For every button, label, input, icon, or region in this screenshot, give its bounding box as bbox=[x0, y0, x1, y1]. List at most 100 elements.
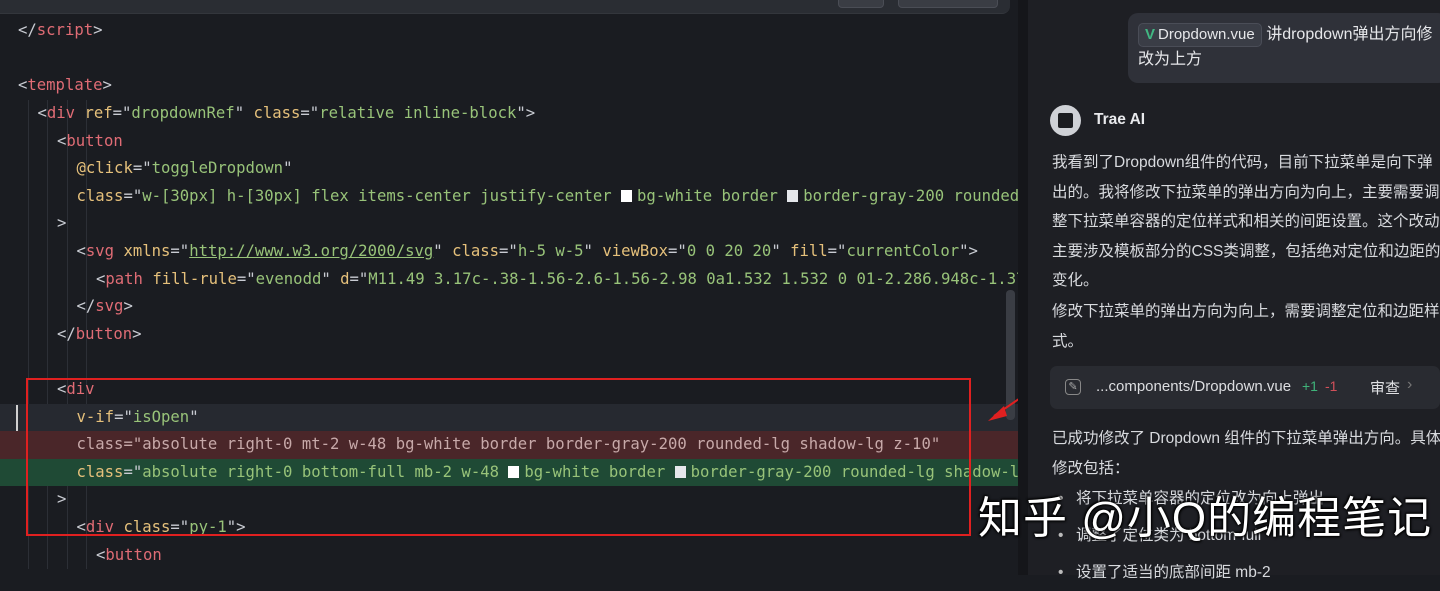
code-token: =" bbox=[123, 186, 143, 205]
list-item: 设置了适当的底部间距 mb-2 bbox=[1056, 554, 1324, 591]
code-token: h-5 w-5 bbox=[517, 242, 584, 260]
code-token: > bbox=[102, 76, 112, 95]
code-token: d bbox=[340, 269, 350, 288]
code-token: template bbox=[27, 76, 103, 95]
color-swatch bbox=[787, 189, 799, 202]
code-token: 0 0 20 20 bbox=[686, 242, 772, 260]
code-token: =" bbox=[827, 242, 847, 260]
code-token: =" bbox=[300, 104, 320, 122]
code-token: </ bbox=[57, 324, 76, 343]
assistant-paragraph: 修改下拉菜单的弹出方向为向上，需要调整定位和边距样式。 bbox=[1052, 303, 1440, 350]
code-token: =" bbox=[349, 269, 369, 288]
code-token: fill bbox=[790, 242, 828, 260]
code-token: svg bbox=[85, 242, 115, 260]
code-line[interactable]: </script> bbox=[0, 17, 1018, 45]
code-token: class bbox=[76, 186, 124, 205]
code-token: class bbox=[452, 242, 500, 260]
code-token: div bbox=[46, 104, 76, 122]
code-line[interactable]: <button bbox=[0, 542, 1018, 570]
watermark: 知乎 @小Q的编程笔记 bbox=[978, 494, 1433, 543]
code-token: > bbox=[93, 21, 103, 40]
code-token: < bbox=[57, 131, 67, 150]
code-line[interactable]: </svg> bbox=[0, 293, 1018, 321]
code-line[interactable] bbox=[0, 45, 1018, 73]
code-token: "> bbox=[959, 242, 978, 260]
code-token: class bbox=[253, 104, 301, 122]
code-token: @click bbox=[76, 159, 133, 178]
annotation-highlight-box bbox=[26, 378, 971, 536]
code-token: < bbox=[37, 104, 47, 122]
code-token: button bbox=[75, 324, 133, 343]
code-token: " bbox=[583, 242, 603, 260]
code-token: =" bbox=[112, 104, 132, 122]
code-token: =" bbox=[170, 242, 190, 260]
code-token: " bbox=[771, 242, 791, 260]
code-token: " bbox=[234, 104, 254, 122]
code-token: M11.49 3.17c-.38-1.56-2.6-1.56-2.98 0a1.… bbox=[368, 269, 1018, 288]
code-token: " bbox=[321, 269, 341, 288]
vue-icon: V bbox=[1145, 26, 1156, 43]
code-line[interactable]: @click="toggleDropdown" bbox=[0, 155, 1018, 183]
code-token: ref bbox=[84, 104, 113, 122]
code-token: dropdownRef bbox=[131, 104, 235, 122]
code-token: =" bbox=[236, 269, 256, 288]
code-token: evenodd bbox=[255, 269, 322, 288]
code-token: bg-white border bbox=[637, 186, 788, 205]
code-token: button bbox=[105, 545, 162, 564]
assistant-paragraph: 已成功修改了 Dropdown 组件的下拉菜单弹出方向。具体修改包括： bbox=[1052, 430, 1440, 477]
review-button[interactable]: 审查 bbox=[1370, 377, 1400, 398]
code-token: w-[30px] h-[30px] flex items-center just… bbox=[142, 186, 622, 205]
assistant-avatar bbox=[1050, 105, 1081, 136]
code-token: > bbox=[123, 297, 133, 316]
code-token: viewBox bbox=[602, 242, 669, 260]
code-token: svg bbox=[95, 297, 124, 316]
code-token: < bbox=[18, 76, 28, 95]
code-token: =" bbox=[668, 242, 687, 260]
code-token: > bbox=[132, 324, 142, 343]
chevron-right-icon: › bbox=[1407, 376, 1413, 393]
changed-file-path: ...components/Dropdown.vue bbox=[1096, 378, 1292, 395]
code-token: " bbox=[283, 159, 293, 178]
code-line[interactable]: class="w-[30px] h-[30px] flex items-cent… bbox=[0, 183, 1019, 211]
code-token: relative inline-block bbox=[319, 104, 517, 122]
code-line[interactable]: <path fill-rule="evenodd" d="M11.49 3.17… bbox=[0, 266, 1018, 294]
code-token: border-gray-200 rounded-full bbox=[803, 186, 1018, 205]
code-token: button bbox=[66, 131, 123, 150]
code-token: < bbox=[96, 269, 106, 288]
code-token: script bbox=[36, 21, 94, 40]
code-line[interactable]: > bbox=[0, 210, 1018, 238]
code-token: </ bbox=[76, 297, 96, 316]
code-token: "> bbox=[516, 104, 536, 122]
code-token: toggleDropdown bbox=[151, 159, 284, 178]
assistant-paragraph: 我看到了Dropdown组件的代码，目前下拉菜单是向下弹出的。我将修改下拉菜单的… bbox=[1052, 154, 1440, 289]
code-token: < bbox=[96, 545, 106, 564]
code-token: path bbox=[105, 269, 143, 288]
terminal-icon bbox=[1058, 113, 1073, 128]
code-token: =" bbox=[499, 242, 518, 260]
toolbar-button[interactable] bbox=[898, 0, 998, 8]
file-reference-chip[interactable]: V Dropdown.vue bbox=[1138, 23, 1262, 47]
code-token: xmlns bbox=[123, 242, 171, 260]
code-line[interactable]: <svg xmlns="http://www.w3.org/2000/svg" … bbox=[0, 238, 1018, 266]
color-swatch bbox=[621, 189, 633, 202]
code-token: http://www.w3.org/2000/svg bbox=[189, 242, 434, 260]
code-token: </ bbox=[18, 21, 37, 40]
editor-toolbar bbox=[0, 0, 1010, 14]
toolbar-input[interactable] bbox=[838, 0, 884, 8]
code-line[interactable]: <button bbox=[0, 128, 1018, 156]
file-change-card[interactable]: ✎ ...components/Dropdown.vue +1 -1 审查 › bbox=[1050, 366, 1440, 409]
code-token: > bbox=[57, 214, 67, 233]
code-token: fill-rule bbox=[152, 269, 237, 288]
user-message: V Dropdown.vue 讲dropdown弹出方向修改为上方 bbox=[1128, 13, 1440, 83]
code-token: =" bbox=[132, 159, 152, 178]
change-gutter-marker bbox=[16, 405, 18, 431]
code-token: < bbox=[76, 242, 86, 260]
edit-icon: ✎ bbox=[1065, 379, 1081, 395]
code-line[interactable]: </button> bbox=[0, 321, 1018, 349]
assistant-name: Trae AI bbox=[1094, 111, 1146, 128]
code-line[interactable]: <template> bbox=[0, 72, 1018, 100]
lines-removed: -1 bbox=[1325, 378, 1338, 394]
code-line[interactable] bbox=[0, 348, 1018, 376]
code-line[interactable]: <div ref="dropdownRef" class="relative i… bbox=[0, 100, 1018, 128]
